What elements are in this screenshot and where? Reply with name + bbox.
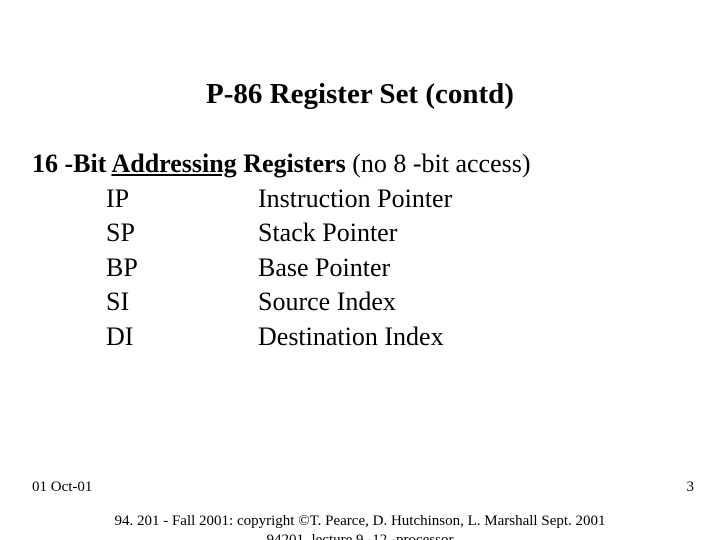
row-indent bbox=[32, 183, 106, 216]
register-desc: Instruction Pointer bbox=[258, 183, 688, 216]
footer-center-line2: 94201. lecture 9 -12 -processor bbox=[266, 532, 453, 540]
footer-date: 01 Oct-01 bbox=[32, 479, 92, 496]
body-heading-line: 16 -Bit Addressing Registers (no 8 -bit … bbox=[32, 148, 688, 181]
register-abbr: BP bbox=[106, 252, 258, 285]
register-row: SP Stack Pointer bbox=[32, 217, 688, 250]
register-row: DI Destination Index bbox=[32, 321, 688, 354]
slide-title: P-86 Register Set (contd) bbox=[0, 78, 720, 111]
heading-prefix: 16 -Bit bbox=[32, 149, 111, 178]
slide: P-86 Register Set (contd) 16 -Bit Addres… bbox=[0, 0, 720, 540]
row-indent bbox=[32, 252, 106, 285]
heading-paren: (no 8 -bit access) bbox=[346, 149, 531, 178]
row-indent bbox=[32, 321, 106, 354]
register-abbr: SI bbox=[106, 286, 258, 319]
heading-bold-tail: Registers bbox=[237, 149, 346, 178]
footer-center: 94. 201 - Fall 2001: copyright ©T. Pearc… bbox=[0, 512, 720, 540]
footer-page-number: 3 bbox=[687, 479, 695, 496]
register-row: BP Base Pointer bbox=[32, 252, 688, 285]
footer-center-line1: 94. 201 - Fall 2001: copyright ©T. Pearc… bbox=[114, 513, 605, 529]
row-indent bbox=[32, 217, 106, 250]
slide-body: 16 -Bit Addressing Registers (no 8 -bit … bbox=[32, 148, 688, 353]
register-abbr: IP bbox=[106, 183, 258, 216]
register-row: SI Source Index bbox=[32, 286, 688, 319]
register-list: IP Instruction Pointer SP Stack Pointer … bbox=[32, 183, 688, 354]
heading-underlined: Addressing bbox=[111, 149, 236, 178]
row-indent bbox=[32, 286, 106, 319]
register-desc: Destination Index bbox=[258, 321, 688, 354]
register-desc: Source Index bbox=[258, 286, 688, 319]
register-row: IP Instruction Pointer bbox=[32, 183, 688, 216]
register-desc: Stack Pointer bbox=[258, 217, 688, 250]
register-desc: Base Pointer bbox=[258, 252, 688, 285]
register-abbr: DI bbox=[106, 321, 258, 354]
register-abbr: SP bbox=[106, 217, 258, 250]
